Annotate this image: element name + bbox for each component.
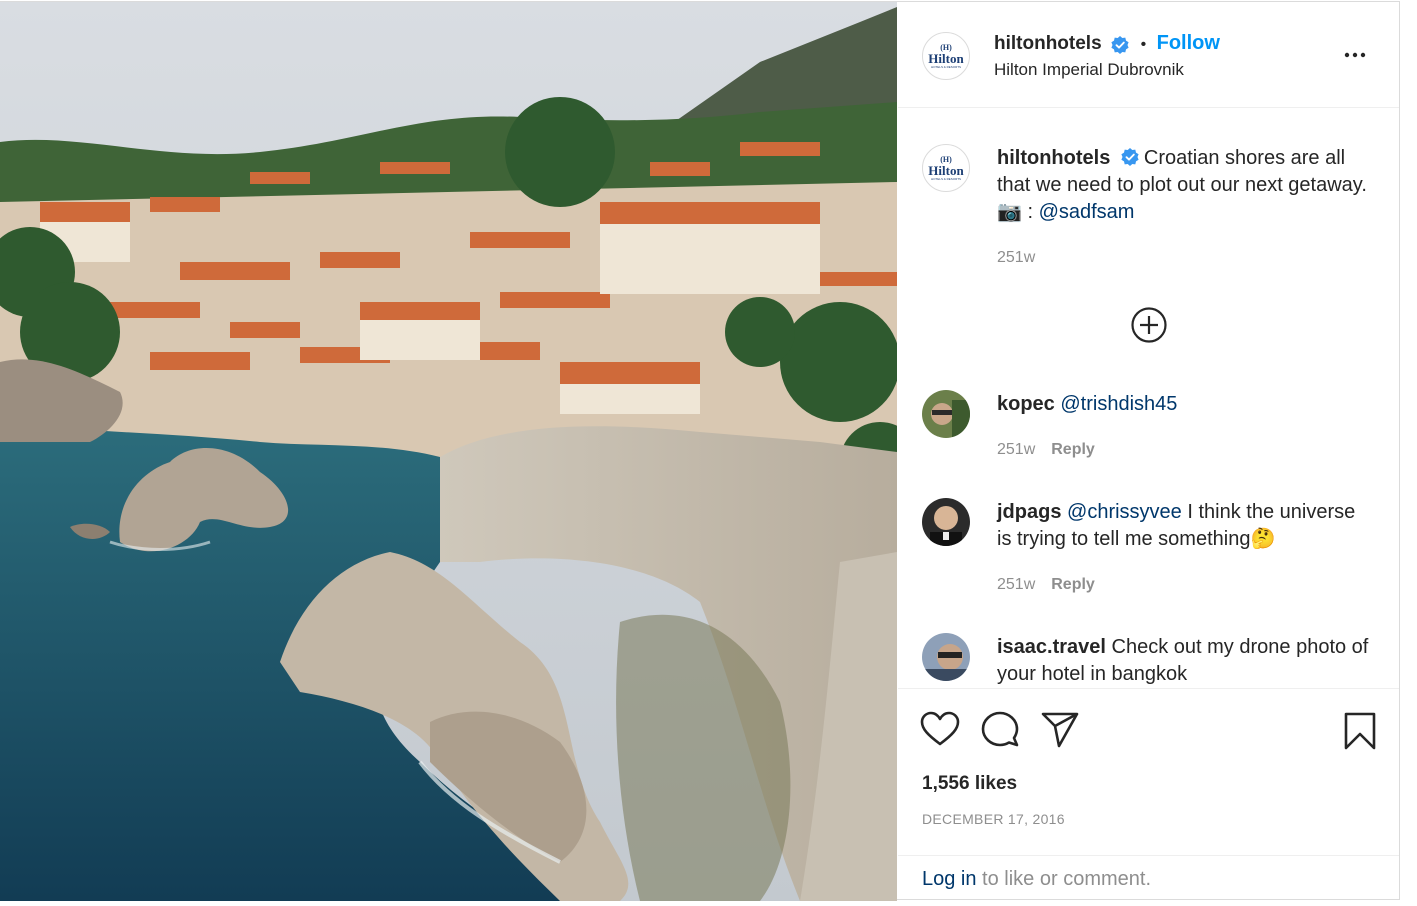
comment-meta: 251w Reply (997, 441, 1095, 459)
dubrovnik-coast-image (0, 2, 897, 901)
avatar-logo-sub: HOTELS & RESORTS (930, 64, 962, 69)
comment-username[interactable]: jdpags (997, 501, 1061, 523)
comment-mention[interactable]: @chrissyvee (1067, 501, 1182, 523)
plus-circle-icon[interactable] (1130, 306, 1168, 344)
header-separator: • (1140, 36, 1147, 53)
isaac-avatar-image (922, 633, 970, 681)
follow-button[interactable]: Follow (1157, 32, 1220, 54)
commenter-avatar[interactable] (922, 498, 970, 546)
heart-icon[interactable] (920, 711, 960, 747)
commenter-avatar[interactable] (922, 390, 970, 438)
login-rest: to like or comment. (976, 868, 1152, 890)
kopec-avatar-image (922, 390, 970, 438)
comment-mention[interactable]: @trishdish45 (1060, 393, 1177, 415)
post-location[interactable]: Hilton Imperial Dubrovnik (994, 60, 1184, 80)
login-link[interactable]: Log in (922, 868, 977, 890)
reply-button[interactable]: Reply (1051, 441, 1095, 458)
comment-text: kopec @trishdish45 (997, 391, 1177, 418)
avatar-logo-sub: HOTELS & RESORTS (930, 176, 962, 181)
more-options-icon[interactable] (1343, 43, 1367, 67)
post-date[interactable]: DECEMBER 17, 2016 (922, 811, 1065, 827)
caption-username[interactable]: hiltonhotels (997, 147, 1110, 169)
commenter-avatar[interactable] (922, 633, 970, 681)
post-photo[interactable] (0, 2, 897, 901)
comment-age[interactable]: 251w (997, 576, 1035, 593)
post-actions: 1,556 likes DECEMBER 17, 2016 Log in to … (898, 688, 1399, 902)
verified-badge-icon (1111, 35, 1129, 54)
comment-username[interactable]: isaac.travel (997, 636, 1106, 658)
caption-age[interactable]: 251w (997, 249, 1035, 267)
likes-count[interactable]: 1,556 likes (922, 773, 1017, 795)
comment-username[interactable]: kopec (997, 393, 1055, 415)
comment-age[interactable]: 251w (997, 441, 1035, 458)
hilton-avatar[interactable]: (H) Hilton HOTELS & RESORTS (922, 32, 970, 80)
caption-avatar[interactable]: (H) Hilton HOTELS & RESORTS (922, 144, 970, 192)
comments-area[interactable]: (H) Hilton HOTELS & RESORTS hiltonhotels… (898, 108, 1399, 688)
instagram-post: (H) Hilton HOTELS & RESORTS hiltonhotels… (0, 1, 1400, 901)
comment-text: jdpags @chrissyvee I think the universe … (997, 499, 1372, 553)
login-prompt: Log in to like or comment. (898, 855, 1399, 902)
reply-button[interactable]: Reply (1051, 576, 1095, 593)
header-user-line: hiltonhotels • Follow (994, 32, 1220, 55)
bookmark-icon[interactable] (1343, 711, 1377, 751)
post-sidebar: (H) Hilton HOTELS & RESORTS hiltonhotels… (898, 2, 1400, 901)
comment-icon[interactable] (980, 710, 1020, 750)
comment-meta: 251w Reply (997, 576, 1095, 594)
post-header: (H) Hilton HOTELS & RESORTS hiltonhotels… (898, 2, 1399, 108)
caption-mention[interactable]: @sadfsam (1039, 201, 1135, 223)
paper-plane-icon[interactable] (1040, 711, 1080, 749)
avatar-logo-text: Hilton (928, 50, 964, 66)
verified-badge-icon (1121, 148, 1139, 166)
jdpags-avatar-image (922, 498, 970, 546)
caption-text: hiltonhotels Croatian shores are all tha… (997, 145, 1369, 226)
header-username[interactable]: hiltonhotels (994, 33, 1102, 54)
avatar-logo-text: Hilton (928, 162, 964, 178)
comment-text: isaac.travel Check out my drone photo of… (997, 634, 1372, 688)
